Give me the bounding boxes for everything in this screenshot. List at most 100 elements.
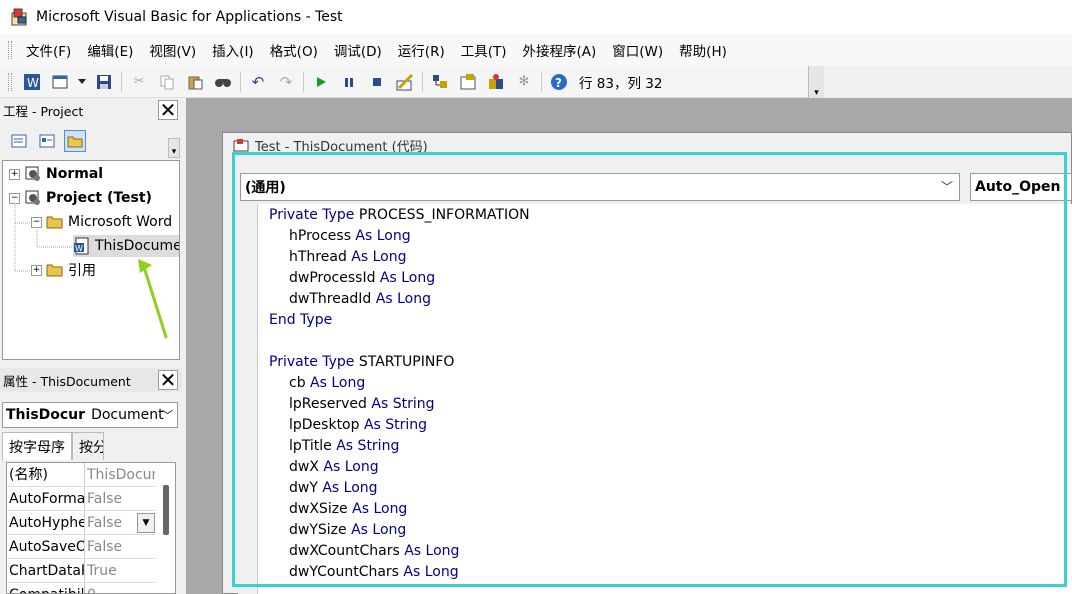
vertical-scrollbar[interactable] xyxy=(163,485,169,535)
chevron-down-icon[interactable]: ﹀ xyxy=(162,407,173,423)
toolbar-grip[interactable] xyxy=(8,72,12,91)
copy-icon[interactable] xyxy=(156,71,178,93)
project-explorer-icon[interactable] xyxy=(429,71,451,93)
object-combo[interactable]: (通用) ﹀ xyxy=(240,173,960,201)
property-row[interactable]: AutoSaveOn False xyxy=(7,535,155,559)
code-line[interactable]: End Type xyxy=(269,312,332,333)
code-keyword: As Long xyxy=(318,459,379,475)
property-value[interactable]: False xyxy=(85,535,155,558)
menu-debug[interactable]: 调试(D) xyxy=(326,40,390,60)
code-line[interactable]: dwXSize As Long xyxy=(289,501,407,522)
design-mode-icon[interactable] xyxy=(394,71,416,93)
menu-grip[interactable] xyxy=(8,41,12,59)
property-value[interactable]: False xyxy=(85,487,155,510)
cut-icon[interactable]: ✂ xyxy=(128,71,150,93)
code-line[interactable]: lpTitle As String xyxy=(289,438,399,459)
dropdown-arrow-icon[interactable] xyxy=(77,71,87,93)
menu-view[interactable]: 视图(V) xyxy=(141,40,204,60)
code-identifier: lpReserved xyxy=(289,396,367,412)
code-line[interactable]: dwX As Long xyxy=(289,459,379,480)
property-value[interactable]: False ▼ xyxy=(85,511,155,534)
menu-window[interactable]: 窗口(W) xyxy=(604,40,671,60)
word-view-icon[interactable]: W xyxy=(21,71,43,93)
dropdown-arrow-icon[interactable]: ▼ xyxy=(137,513,155,533)
help-icon[interactable]: ? xyxy=(548,71,570,93)
property-row[interactable]: ChartDataPointTrack True xyxy=(7,559,155,583)
code-identifier: dwXSize xyxy=(289,501,348,517)
property-row[interactable]: Compatibility 0 xyxy=(7,583,155,593)
property-value[interactable]: 0 xyxy=(85,583,155,593)
run-icon[interactable] xyxy=(310,71,332,93)
code-keyword: As Long xyxy=(317,480,378,496)
code-line[interactable]: lpReserved As String xyxy=(289,396,435,417)
code-line[interactable]: hProcess As Long xyxy=(289,228,411,249)
tab-alphabetic[interactable]: 按字母序 xyxy=(2,432,72,460)
menu-file[interactable]: 文件(F) xyxy=(18,40,79,60)
code-line[interactable]: cb As Long xyxy=(289,375,365,396)
find-icon[interactable] xyxy=(212,71,234,93)
code-line[interactable]: dwThreadId As Long xyxy=(289,291,431,312)
toolbox-icon[interactable]: ✻ xyxy=(513,71,535,93)
code-keyword: Private Type xyxy=(269,207,355,223)
code-line[interactable]: dwY As Long xyxy=(289,480,378,501)
project-toolbar xyxy=(0,126,182,156)
annotation-arrow-icon xyxy=(138,259,168,339)
code-keyword: As String xyxy=(359,417,428,433)
code-line[interactable]: Private Type PROCESS_INFORMATION xyxy=(269,207,530,228)
redo-icon[interactable]: ↷ xyxy=(275,71,297,93)
code-identifier: hProcess xyxy=(289,228,351,244)
code-line[interactable]: lpDesktop As String xyxy=(289,417,427,438)
toolbar-overflow-icon[interactable]: ▾ xyxy=(808,66,824,98)
break-icon[interactable] xyxy=(338,71,360,93)
code-line[interactable]: dwXCountChars As Long xyxy=(289,543,459,564)
menu-insert[interactable]: 插入(I) xyxy=(204,40,262,60)
property-row[interactable]: AutoFormatOverride False xyxy=(7,487,155,511)
code-window-icon xyxy=(233,139,249,152)
toolbar-separator xyxy=(121,71,122,92)
object-selector[interactable]: ThisDocur Document ﹀ xyxy=(2,402,178,428)
insert-userform-icon[interactable] xyxy=(49,71,71,93)
procedure-combo[interactable]: Auto_Open xyxy=(970,173,1072,201)
code-identifier: dwY xyxy=(289,480,318,496)
menu-help[interactable]: 帮助(H) xyxy=(671,40,735,60)
menu-bar: 文件(F) 编辑(E) 视图(V) 插入(I) 格式(O) 调试(D) 运行(R… xyxy=(0,34,1072,66)
code-line[interactable]: dwYSize As Long xyxy=(289,522,406,543)
menu-edit[interactable]: 编辑(E) xyxy=(79,40,141,60)
reset-icon[interactable] xyxy=(366,71,388,93)
code-line[interactable]: hThread As Long xyxy=(289,249,406,270)
menu-addins[interactable]: 外接程序(A) xyxy=(515,40,605,60)
property-name: AutoSaveOn xyxy=(7,535,85,558)
code-keyword: As Long xyxy=(371,291,431,307)
menu-tools[interactable]: 工具(T) xyxy=(453,40,515,60)
property-row[interactable]: AutoHyphenation False ▼ xyxy=(7,511,155,535)
menu-format[interactable]: 格式(O) xyxy=(262,40,326,60)
close-icon[interactable]: ✕ xyxy=(158,100,178,120)
code-identifier: lpDesktop xyxy=(289,417,360,433)
toolbar-separator xyxy=(541,71,542,92)
chevron-down-icon[interactable]: ﹀ xyxy=(941,178,953,195)
view-object-icon[interactable] xyxy=(36,130,58,152)
tab-categorized[interactable]: 按分 xyxy=(72,432,104,460)
project-toolbar-overflow-icon[interactable]: ▾ xyxy=(168,138,180,158)
properties-window-icon[interactable] xyxy=(457,71,479,93)
code-keyword: End Type xyxy=(269,312,333,328)
menu-run[interactable]: 运行(R) xyxy=(390,40,453,60)
undo-icon[interactable]: ↶ xyxy=(247,71,269,93)
code-keyword: As Long xyxy=(350,228,411,244)
paste-icon[interactable] xyxy=(184,71,206,93)
code-keyword: As String xyxy=(331,438,400,454)
close-icon[interactable]: ✕ xyxy=(158,370,178,390)
property-row[interactable]: (名称) ThisDocument xyxy=(7,463,155,487)
view-code-icon[interactable] xyxy=(8,130,30,152)
object-browser-icon[interactable] xyxy=(485,71,507,93)
code-identifier: hThread xyxy=(289,249,347,265)
property-value[interactable]: ThisDocument xyxy=(85,463,155,486)
property-value[interactable]: True xyxy=(85,559,155,582)
toggle-folders-icon[interactable] xyxy=(64,130,86,152)
project-panel-header: 工程 - Project ✕ xyxy=(0,98,182,122)
code-line[interactable]: dwYCountChars As Long xyxy=(289,564,459,585)
properties-panel-header: 属性 - ThisDocument ✕ xyxy=(0,368,182,392)
save-icon[interactable] xyxy=(93,71,115,93)
code-line[interactable]: Private Type STARTUPINFO xyxy=(269,354,454,375)
code-line[interactable]: dwProcessId As Long xyxy=(289,270,435,291)
